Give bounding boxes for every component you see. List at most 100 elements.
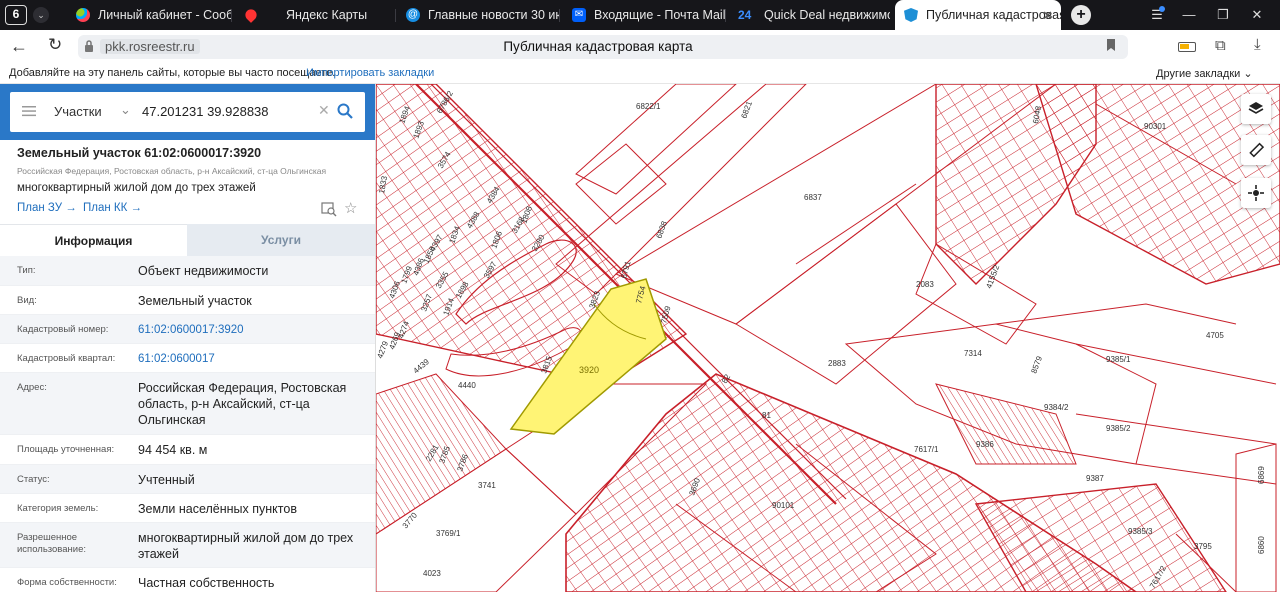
search-header: Участки ⌄ 47.201231 39.928838 ✕: [0, 84, 375, 140]
map-parcel-label: 81: [762, 411, 771, 420]
tab-info-label: Информация: [54, 234, 133, 248]
chevron-down-icon[interactable]: ⌄: [120, 102, 131, 118]
new-tab-button[interactable]: +: [1071, 5, 1091, 25]
parcel-region: Российская Федерация, Ростовская область…: [17, 166, 327, 176]
map-parcel-label: 4279: [376, 339, 390, 359]
detail-row-cadastral-quarter: Кадастровый квартал: 61:02:0600017: [0, 344, 375, 373]
detail-label: Форма собственности:: [17, 577, 117, 588]
cadastral-quarter-link[interactable]: 61:02:0600017: [138, 351, 363, 367]
detail-label: Категория земель:: [17, 503, 99, 514]
map-parcel-label: 8579: [1029, 354, 1044, 374]
locate-button[interactable]: [1241, 178, 1271, 208]
detail-row-cadastral-number: Кадастровый номер: 61:02:0600017:3920: [0, 315, 375, 344]
map-parcel-label: 7314: [964, 349, 982, 358]
tab-title: Личный кабинет - Сообщ: [98, 8, 232, 22]
measure-button[interactable]: [1241, 135, 1271, 165]
cadastral-number-link[interactable]: 61:02:0600017:3920: [138, 322, 363, 338]
cadastral-map[interactable]: 3920 6822/1 6786/2 6821 6837 6838 6791 7…: [376, 84, 1280, 592]
map-canvas[interactable]: 3920 6822/1 6786/2 6821 6837 6838 6791 7…: [376, 84, 1280, 592]
tab-services-label: Услуги: [261, 233, 301, 247]
detail-label: Вид:: [17, 295, 37, 306]
detail-row-ownership: Форма собственности: Частная собственнос…: [0, 568, 375, 592]
detail-value: Учтенный: [138, 473, 195, 487]
page-title: Публичная кадастровая карта: [503, 39, 693, 54]
tab-list-dropdown-icon[interactable]: ⌄: [33, 7, 49, 23]
download-icon[interactable]: ⤓: [1254, 36, 1261, 53]
star-icon[interactable]: ☆: [344, 199, 357, 217]
plan-zu-label: План ЗУ: [17, 202, 63, 214]
map-parcel-label: 2883: [828, 359, 846, 368]
detail-label: Кадастровый номер:: [17, 324, 109, 335]
address-bar-row: ← ↻ pkk.rosreestr.ru Публичная кадастров…: [0, 30, 1280, 64]
battery-icon[interactable]: [1178, 42, 1196, 52]
hamburger-menu-icon[interactable]: [22, 104, 36, 118]
envelope-icon: ✉: [572, 8, 586, 22]
bookmarks-hint: Добавляйте на эту панель сайты, которые …: [9, 67, 336, 79]
clear-search-icon[interactable]: ✕: [318, 102, 330, 119]
reload-icon[interactable]: ↻: [48, 35, 62, 55]
browser-tab-avito[interactable]: Личный кабинет - Сообщ: [72, 0, 232, 30]
tab-count-badge[interactable]: 6: [5, 5, 27, 25]
parcel-heading: Земельный участок 61:02:0600017:3920: [17, 146, 262, 160]
detail-row-land-category: Категория земель: Земли населённых пункт…: [0, 494, 375, 523]
profile-menu-icon[interactable]: ☰: [1140, 0, 1174, 30]
close-window-icon[interactable]: ✕: [1240, 0, 1274, 30]
tab-services[interactable]: Услуги: [187, 224, 375, 256]
tab-title: Входящие - Почта Mail.ru: [594, 8, 726, 22]
detail-value: Земли населённых пунктов: [138, 502, 297, 516]
browser-tab-yandex-maps[interactable]: Яндекс Карты: [236, 0, 396, 30]
search-input[interactable]: 47.201231 39.928838: [142, 104, 269, 119]
info-panel: Участки ⌄ 47.201231 39.928838 ✕ Земельны…: [0, 84, 376, 592]
detail-label: Разрешенное использование:: [17, 532, 87, 555]
back-arrow-icon[interactable]: ←: [10, 36, 28, 57]
browser-tab-quickdeal[interactable]: 24 Quick Deal недвижимость: [732, 0, 890, 30]
detail-value: Земельный участок: [138, 294, 252, 308]
plan-kk-link[interactable]: План КК →: [83, 202, 142, 214]
browser-tab-rosreestr[interactable]: Публичная кадастровая ✕: [895, 0, 1061, 30]
search-icon[interactable]: [337, 103, 353, 119]
detail-label: Кадастровый квартал:: [17, 353, 116, 364]
map-parcel-label: 4440: [458, 381, 476, 390]
zoom-to-object-icon[interactable]: [321, 201, 337, 217]
map-parcel-label: 9385/3: [1128, 527, 1153, 536]
detail-value: 94 454 кв. м: [138, 443, 208, 457]
detail-row-status: Статус: Учтенный: [0, 465, 375, 494]
url-field[interactable]: pkk.rosreestr.ru Публичная кадастровая к…: [78, 35, 1128, 59]
map-parcel-label: 6791: [619, 259, 632, 279]
detail-label: Площадь уточненная:: [17, 444, 115, 455]
other-bookmarks-button[interactable]: Другие закладки ⌄: [1156, 67, 1253, 80]
browser-tab-news[interactable]: @ Главные новости 30 июл: [400, 0, 560, 30]
map-parcel-label: 9385/2: [1106, 424, 1131, 433]
detail-label: Тип:: [17, 265, 36, 276]
category-select[interactable]: Участки: [54, 104, 102, 119]
import-bookmarks-link[interactable]: Импортировать закладки: [306, 67, 434, 79]
tab-title: Яндекс Карты: [286, 8, 368, 22]
map-pin-icon: [243, 7, 259, 23]
detail-value: Частная собственность: [138, 576, 275, 590]
minimize-icon[interactable]: —: [1172, 0, 1206, 30]
detail-label: Статус:: [17, 474, 50, 485]
bookmarks-bar: Добавляйте на эту панель сайты, которые …: [0, 64, 1280, 84]
detail-row-kind: Вид: Земельный участок: [0, 286, 375, 315]
category-select-label: Участки: [54, 104, 102, 119]
map-parcel-label: 3741: [478, 481, 496, 490]
bookmark-icon[interactable]: [1106, 38, 1116, 52]
parcel-usage: многоквартирный жилой дом до трех этажей: [17, 182, 256, 194]
ruler-icon: [1248, 142, 1265, 161]
map-parcel-label: 9384/2: [1044, 403, 1069, 412]
restore-icon[interactable]: ❐: [1206, 0, 1240, 30]
plan-zu-link[interactable]: План ЗУ →: [17, 202, 77, 214]
close-tab-icon[interactable]: ✕: [1042, 8, 1053, 24]
detail-row-address: Адрес: Российская Федерация, Ростовская …: [0, 373, 375, 435]
rosreestr-icon: [904, 8, 918, 22]
browser-tab-mail[interactable]: ✉ Входящие - Почта Mail.ru: [566, 0, 726, 30]
layers-button[interactable]: [1241, 94, 1271, 124]
map-parcel-label: 3769/1: [436, 529, 461, 538]
extensions-icon[interactable]: ⧉: [1215, 37, 1226, 54]
detail-value: многоквартирный жилой дом до трех этажей: [138, 531, 354, 561]
map-parcel-label: 9386: [976, 440, 994, 449]
chevron-down-icon: ⌄: [1243, 68, 1253, 80]
tab-info[interactable]: Информация: [0, 224, 187, 256]
search-box: Участки ⌄ 47.201231 39.928838 ✕: [10, 92, 365, 132]
map-parcel-label: 6869: [1257, 466, 1266, 484]
